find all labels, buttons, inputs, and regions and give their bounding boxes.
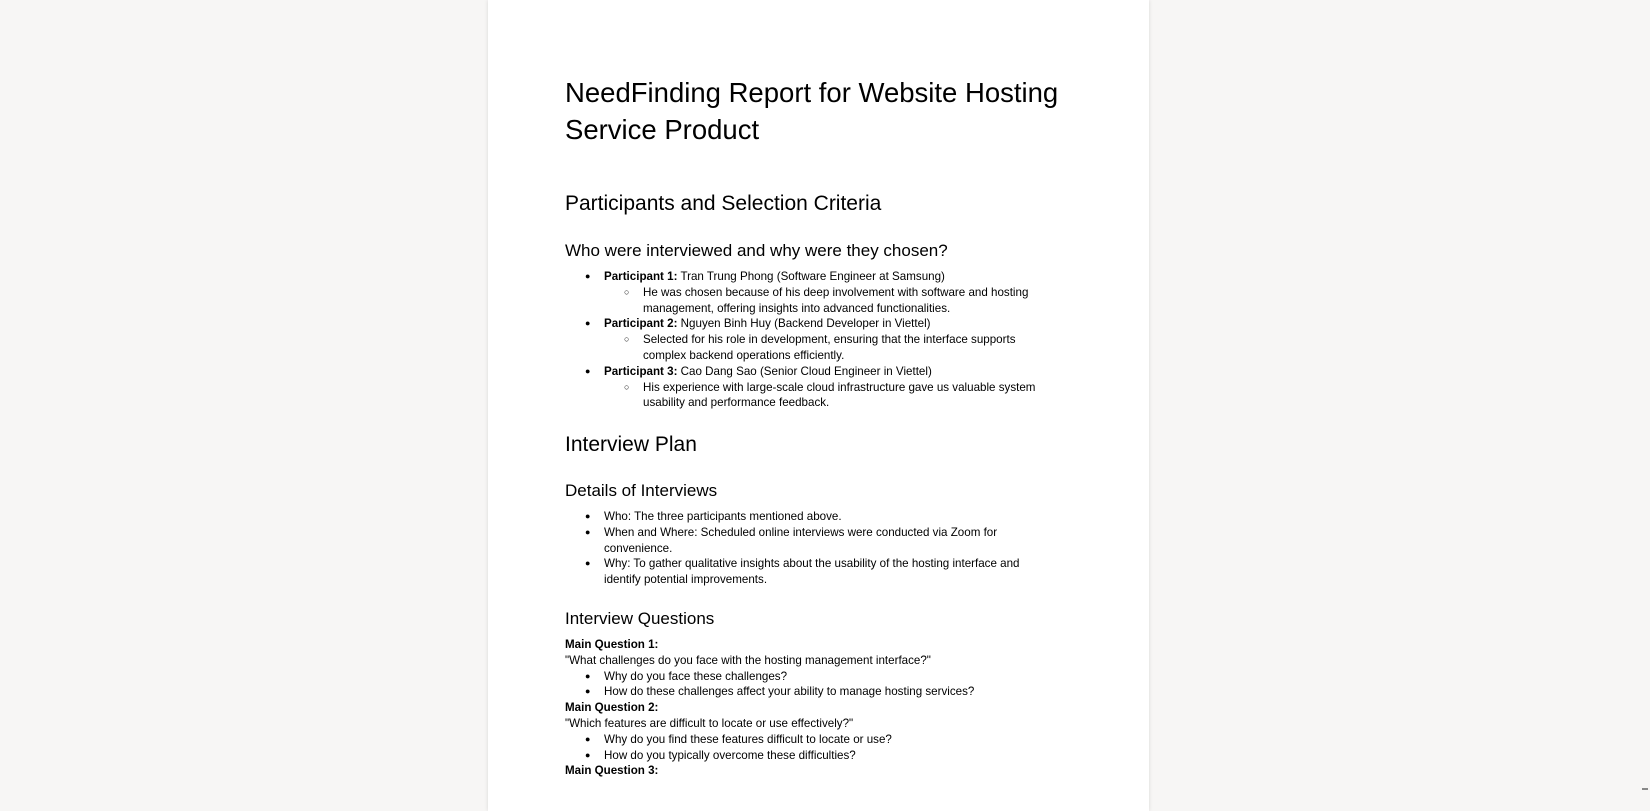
list-item: ○ His experience with large-scale cloud … — [565, 380, 1085, 396]
bullet-icon: ● — [585, 271, 591, 281]
detail-text: When and Where: Scheduled online intervi… — [604, 525, 998, 539]
participants-list: ● Participant 1: Tran Trung Phong (Softw… — [565, 269, 1085, 411]
list-item-continuation: management, offering insights into advan… — [565, 301, 1085, 317]
questions-list: Main Question 1: "What challenges do you… — [565, 637, 1085, 779]
participant-text: Nguyen Binh Huy (Backend Developer in Vi… — [677, 317, 931, 331]
bullet-icon: ● — [585, 318, 591, 329]
participant-reason: complex backend operations efficiently. — [643, 348, 845, 362]
participant-text: Tran Trung Phong (Software Engineer at S… — [677, 270, 945, 283]
question-label-text: Main Question 3: — [565, 764, 659, 778]
detail-text: identify potential improvements. — [604, 573, 768, 587]
list-item: ● Why do you face these challenges? — [565, 669, 1085, 685]
followup-text: How do you typically overcome these diff… — [604, 748, 856, 762]
bullet-icon: ● — [585, 686, 591, 697]
list-item: ● Why do you find these features difficu… — [565, 732, 1085, 748]
question-text-content: "What challenges do you face with the ho… — [565, 653, 931, 667]
sub-bullet-icon: ○ — [624, 286, 630, 297]
list-item-continuation: usability and performance feedback. — [565, 395, 1085, 411]
bullet-icon: ● — [585, 733, 591, 744]
bullet-icon: ● — [585, 749, 591, 760]
list-item-continuation: complex backend operations efficiently. — [565, 348, 1085, 364]
sub-bullet-icon: ○ — [624, 381, 630, 392]
question-text-content: "Which features are difficult to locate … — [565, 716, 854, 730]
participants-heading: Participants and Selection Criteria — [565, 192, 882, 215]
question-label-text: Main Question 1: — [565, 638, 659, 651]
details-list: ● Who: The three participants mentioned … — [565, 509, 1085, 588]
list-item: ● How do you typically overcome these di… — [565, 748, 1085, 764]
bullet-icon: ● — [585, 670, 591, 681]
participant-label: Participant 1: — [604, 270, 678, 283]
bullet-icon: ● — [585, 558, 591, 569]
question-label: Main Question 2: — [565, 700, 1085, 716]
followup-text: Why do you face these challenges? — [604, 669, 788, 683]
participant-reason: usability and performance feedback. — [643, 396, 830, 410]
participant-label: Participant 2: — [604, 317, 678, 331]
participant-reason: His experience with large-scale cloud in… — [643, 380, 1036, 394]
scrollbar-marker[interactable] — [1642, 788, 1648, 790]
detail-text: Who: The three participants mentioned ab… — [604, 510, 842, 523]
bullet-icon: ● — [585, 365, 591, 376]
participant-label: Participant 3: — [604, 364, 678, 378]
participants-subheading: Who were interviewed and why were they c… — [565, 241, 948, 260]
bullet-icon: ● — [585, 511, 591, 521]
list-item: ● How do these challenges affect your ab… — [565, 684, 1085, 700]
interview-plan-heading: Interview Plan — [565, 433, 697, 456]
detail-text: convenience. — [604, 541, 673, 555]
question-label-text: Main Question 2: — [565, 701, 659, 715]
participant-text: Cao Dang Sao (Senior Cloud Engineer in V… — [677, 364, 932, 378]
detail-text: Why: To gather qualitative insights abou… — [604, 557, 1020, 571]
question-text: "What challenges do you face with the ho… — [565, 653, 1085, 669]
list-item-continuation: convenience. — [565, 541, 1085, 557]
participant-reason: He was chosen because of his deep involv… — [643, 285, 1029, 299]
participant-reason: management, offering insights into advan… — [643, 301, 951, 315]
list-item: ● Participant 2: Nguyen Binh Huy (Backen… — [565, 316, 1085, 332]
followup-text: Why do you find these features difficult… — [604, 732, 892, 746]
list-item: ● Participant 3: Cao Dang Sao (Senior Cl… — [565, 364, 1085, 380]
details-heading: Details of Interviews — [565, 481, 718, 500]
question-label: Main Question 3: — [565, 763, 1085, 779]
document-page: NeedFinding Report for Website Hosting S… — [488, 0, 1149, 811]
document-title: NeedFinding Report for Website Hosting S… — [565, 77, 1059, 145]
list-item: ● Why: To gather qualitative insights ab… — [565, 556, 1085, 572]
list-item: ○ He was chosen because of his deep invo… — [565, 285, 1085, 301]
followup-text: How do these challenges affect your abil… — [604, 685, 975, 699]
questions-heading: Interview Questions — [565, 609, 715, 628]
question-label: Main Question 1: — [565, 637, 1085, 653]
list-item: ● When and Where: Scheduled online inter… — [565, 525, 1085, 541]
list-item-continuation: identify potential improvements. — [565, 572, 1085, 588]
list-item: ○ Selected for his role in development, … — [565, 332, 1085, 348]
sub-bullet-icon: ○ — [624, 334, 630, 345]
participant-reason: Selected for his role in development, en… — [643, 333, 1016, 347]
question-text: "Which features are difficult to locate … — [565, 716, 1085, 732]
bullet-icon: ● — [585, 526, 591, 537]
list-item: ● Participant 1: Tran Trung Phong (Softw… — [565, 269, 1085, 285]
list-item: ● Who: The three participants mentioned … — [565, 509, 1085, 525]
document-viewer[interactable]: NeedFinding Report for Website Hosting S… — [0, 0, 1650, 811]
